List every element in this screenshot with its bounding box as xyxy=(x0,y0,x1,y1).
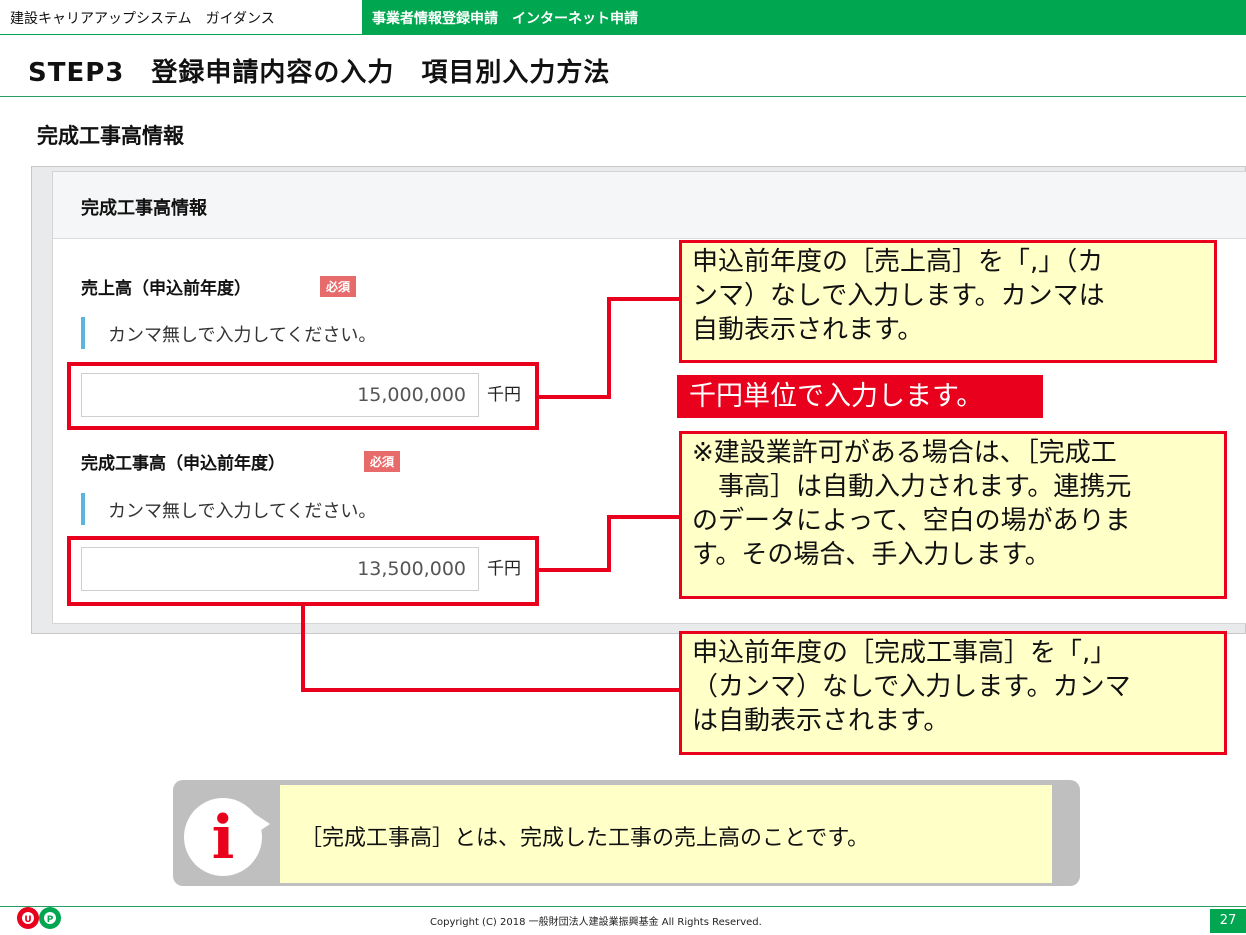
unit-note-callout: 千円単位で入力します。 xyxy=(677,375,1043,418)
hint-bar xyxy=(81,493,85,525)
connector-line xyxy=(607,297,680,301)
copyright: Copyright (C) 2018 一般財団法人建設業振興基金 All Rig… xyxy=(430,917,762,928)
permit-callout: ※建設業許可がある場合は、［完成工 事高］は自動入力されます。連携元 のデータに… xyxy=(679,431,1227,599)
completed-hint: カンマ無しで入力してください。 xyxy=(108,501,377,522)
completed-callout: 申込前年度の［完成工事高］を「,」 （カンマ）なしで入力します。カンマ は自動表… xyxy=(679,631,1227,755)
completed-highlight-box xyxy=(67,536,539,606)
callout-line: 事高］は自動入力されます。連携元 xyxy=(692,472,1132,502)
connector-line xyxy=(539,395,611,399)
info-text: ［完成工事高］とは、完成した工事の売上高のことです。 xyxy=(300,826,870,851)
guidance-title: 建設キャリアアップシステム ガイダンス xyxy=(10,11,275,27)
connector-line xyxy=(607,515,611,572)
info-glyph: i xyxy=(211,803,235,873)
callout-line: は自動表示されます。 xyxy=(692,706,950,736)
completed-label: 完成工事高（申込前年度） xyxy=(81,454,285,474)
callout-line: ※建設業許可がある場合は、［完成工 xyxy=(692,438,1117,468)
connector-line xyxy=(301,604,305,692)
title-divider xyxy=(0,96,1246,97)
callout-line: 申込前年度の［完成工事高］を「,」 xyxy=(692,638,1117,668)
connector-line xyxy=(539,568,611,572)
callout-line: ンマ）なしで入力します。カンマは xyxy=(692,281,1105,311)
sales-highlight-box xyxy=(67,362,539,430)
callout-line: 自動表示されます。 xyxy=(692,315,924,345)
footer-divider xyxy=(0,906,1246,907)
page-number: 27 xyxy=(1210,909,1246,933)
form-panel-header xyxy=(53,172,1246,239)
required-badge: 必須 xyxy=(364,451,401,472)
callout-line: のデータによって、空白の場がありま xyxy=(692,506,1131,536)
form-panel-title: 完成工事高情報 xyxy=(81,198,207,219)
callout-line: 申込前年度の［売上高］を「,」（カ xyxy=(692,247,1104,277)
section-title: 事業者情報登録申請 インターネット申請 xyxy=(372,11,638,27)
info-icon-pointer xyxy=(252,812,270,836)
sales-hint: カンマ無しで入力してください。 xyxy=(108,325,377,346)
svg-text:P: P xyxy=(47,915,54,925)
sales-label: 売上高（申込前年度） xyxy=(81,279,251,299)
connector-line xyxy=(607,515,680,519)
callout-line: す。その場合、手入力します。 xyxy=(692,540,1051,570)
svg-text:U: U xyxy=(24,915,31,925)
ccus-logo: U P xyxy=(17,907,61,929)
section-heading: 完成工事高情報 xyxy=(37,124,184,148)
connector-line xyxy=(301,688,681,692)
hint-bar xyxy=(81,317,85,349)
required-badge: 必須 xyxy=(320,276,357,297)
sales-callout: 申込前年度の［売上高］を「,」（カ ンマ）なしで入力します。カンマは 自動表示さ… xyxy=(679,240,1217,363)
page-title: STEP3 登録申請内容の入力 項目別入力方法 xyxy=(28,58,611,88)
callout-line: （カンマ）なしで入力します。カンマ xyxy=(692,672,1131,702)
connector-line xyxy=(607,297,611,399)
